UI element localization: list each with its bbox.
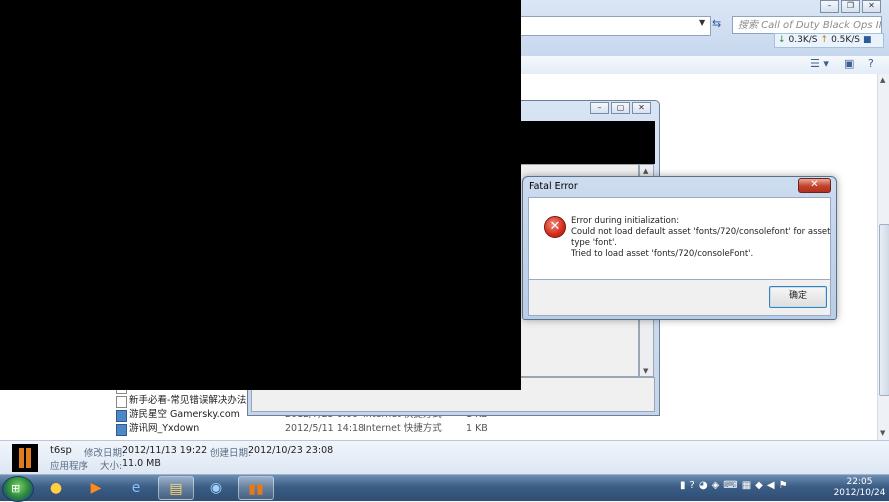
gamepad-icon: ■ [863, 35, 872, 45]
list-item[interactable]: 游讯网_Yxdown 2012/5/11 14:18 Internet 快捷方式… [110, 422, 870, 436]
error-message: Error during initialization: Could not l… [571, 216, 831, 260]
error-icon: ✕ [544, 216, 566, 238]
taskbar: ⊞ ● ▶ e ▤ ◉ ▮▮ ▮ ? ◕ ◈ ⌨ ▦ ◆ ◀ ⚑ 22:05 2… [0, 474, 889, 502]
tray-icon[interactable]: ◈ [712, 480, 720, 491]
details-pane: t6sp 应用程序 修改日期: 2012/11/13 19:22 创建日期: 2… [0, 440, 889, 475]
game-taskbar-icon[interactable]: ▮▮ [238, 476, 274, 500]
file-name: t6sp [50, 445, 72, 456]
address-dropdown-icon[interactable]: ▼ [699, 18, 705, 27]
console-close-button[interactable]: ✕ [632, 102, 651, 114]
start-button[interactable]: ⊞ [2, 476, 34, 502]
console-scroll-up-icon[interactable]: ▲ [643, 167, 648, 175]
scroll-down-icon[interactable]: ▼ [880, 429, 885, 437]
media-player-icon[interactable]: ▶ [78, 476, 114, 500]
dialog-body: ✕ Error during initialization: Could not… [528, 197, 831, 280]
upload-arrow-icon: ↑ [820, 35, 829, 45]
created-value: 2012/10/23 23:08 [248, 445, 334, 456]
address-bar[interactable] [520, 16, 711, 36]
network-icon[interactable]: ▦ [742, 480, 751, 491]
explorer-toolbar: ☰ ▾ ▣ ? [520, 56, 889, 75]
clock-date: 2012/10/24 [833, 488, 886, 498]
error-line: Could not load default asset 'fonts/720/… [571, 227, 831, 237]
flag-icon[interactable]: ⚑ [779, 480, 788, 491]
console-output [521, 121, 655, 164]
explorer-scrollbar[interactable]: ▲ ▼ [877, 74, 889, 440]
clock-time: 22:05 [846, 477, 873, 487]
download-arrow-icon: ↓ [778, 35, 786, 45]
refresh-icon[interactable]: ⇆ [712, 17, 726, 31]
file-icon [116, 396, 127, 408]
dialog-footer: 确定 [528, 280, 831, 316]
tray-icon[interactable]: ▮ [680, 480, 686, 491]
console-minimize-button[interactable]: – [590, 102, 609, 114]
shield-icon[interactable]: ◆ [755, 480, 763, 491]
keyboard-icon[interactable]: ⌨ [723, 480, 737, 491]
maximize-button[interactable]: ❐ [841, 0, 860, 13]
app-icon [12, 444, 38, 472]
speaker-icon[interactable]: ◀ [767, 480, 775, 491]
view-options-icon[interactable]: ☰ ▾ [810, 57, 829, 70]
scrollbar-thumb[interactable] [879, 224, 889, 396]
network-app-icon[interactable]: ◉ [198, 476, 234, 500]
file-kind: 应用程序 [50, 461, 89, 472]
console-maximize-button[interactable]: ▢ [611, 102, 630, 114]
ok-button[interactable]: 确定 [769, 286, 827, 308]
modified-label: 修改日期: [84, 448, 126, 459]
created-label: 创建日期: [210, 448, 252, 459]
dialog-title: Fatal Error [529, 181, 578, 192]
preview-pane-icon[interactable]: ▣ [844, 57, 854, 70]
modified-value: 2012/11/13 19:22 [122, 445, 208, 456]
shortcut-icon [116, 410, 127, 422]
scroll-up-icon[interactable]: ▲ [880, 76, 885, 84]
dialog-close-button[interactable]: ✕ [798, 178, 831, 193]
console-scroll-down-icon[interactable]: ▼ [643, 367, 648, 375]
size-value: 11.0 MB [122, 458, 161, 469]
download-speed: 0.3K/S [788, 35, 818, 45]
error-line: Tried to load asset 'fonts/720/consoleFo… [571, 249, 754, 259]
minimize-button[interactable]: – [820, 0, 839, 13]
error-line: Error during initialization: [571, 216, 680, 226]
fatal-error-dialog: Fatal Error ✕ ✕ Error during initializat… [522, 176, 837, 320]
windows-logo-icon: ⊞ [11, 482, 21, 495]
error-line: type 'font'. [571, 238, 617, 248]
help-tray-icon[interactable]: ? [690, 480, 695, 491]
clock[interactable]: 22:05 2012/10/24 [832, 477, 887, 499]
shortcut-icon [116, 424, 127, 436]
taskbar-app-icon[interactable]: ● [38, 476, 74, 500]
game-window [0, 0, 521, 390]
size-label: 大小: [100, 461, 123, 472]
console-window-controls: – ▢ ✕ [588, 102, 651, 114]
search-input[interactable]: 搜索 Call of Duty Black Ops II [732, 16, 882, 34]
upload-speed: 0.5K/S [831, 35, 861, 45]
internet-explorer-icon[interactable]: e [118, 476, 154, 500]
system-tray: ▮ ? ◕ ◈ ⌨ ▦ ◆ ◀ ⚑ [680, 480, 788, 491]
explorer-window-controls: – ❐ ✕ [818, 0, 881, 13]
close-button[interactable]: ✕ [862, 0, 881, 13]
network-speed-widget: ↓ 0.3K/S ↑ 0.5K/S ■ [774, 33, 884, 48]
help-icon[interactable]: ? [868, 57, 874, 70]
qq-icon[interactable]: ◕ [699, 480, 708, 491]
file-explorer-icon[interactable]: ▤ [158, 476, 194, 500]
